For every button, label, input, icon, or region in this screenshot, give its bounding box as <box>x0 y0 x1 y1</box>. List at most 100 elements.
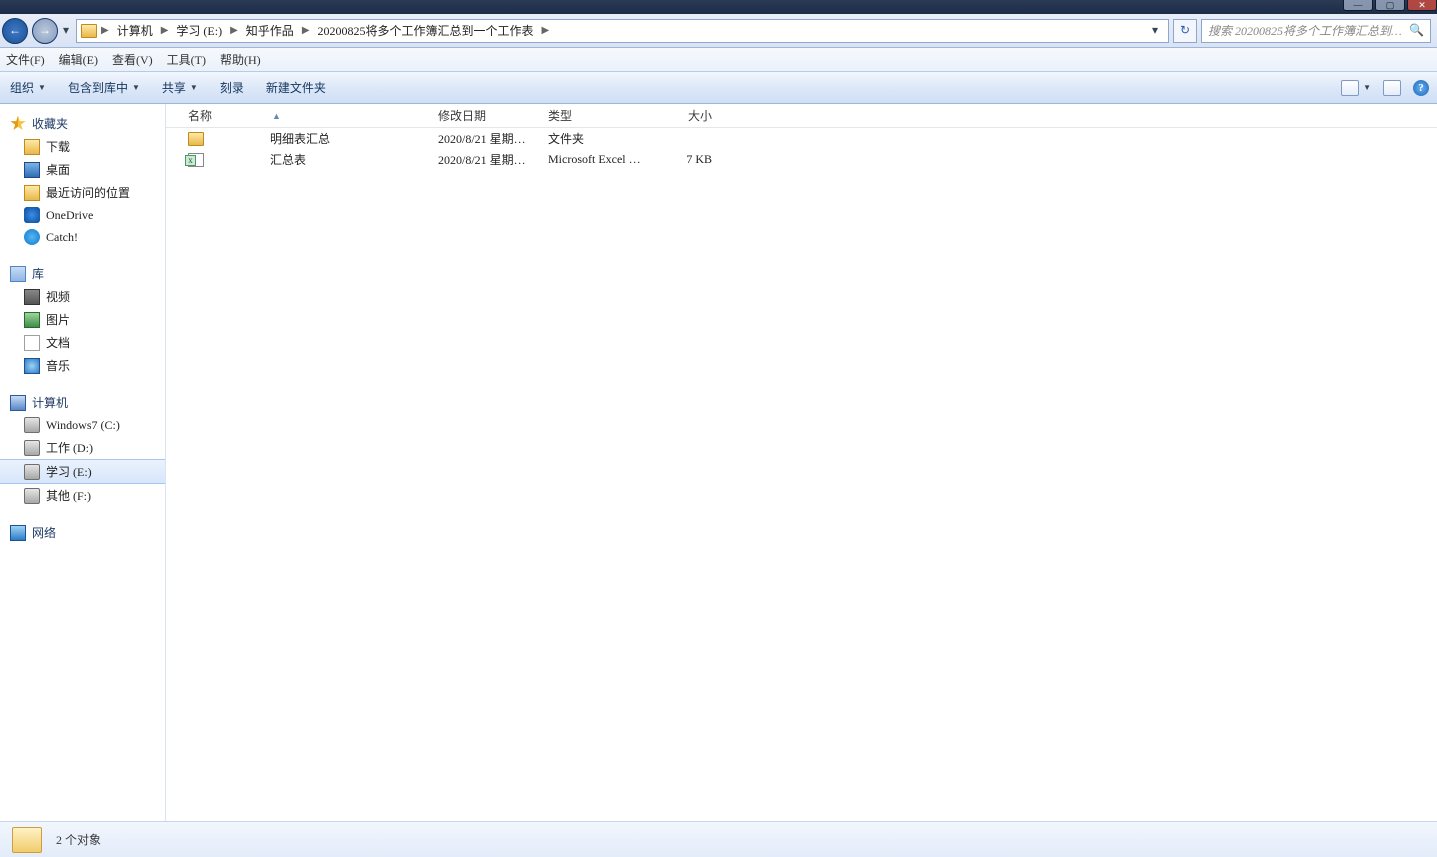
back-button[interactable]: ← <box>2 18 28 44</box>
sidebar-computer-header[interactable]: 计算机 <box>0 391 165 414</box>
address-dropdown[interactable]: ▾ <box>1146 23 1164 38</box>
search-input[interactable]: 搜索 20200825将多个工作簿汇总到… 🔍 <box>1201 19 1431 43</box>
column-size[interactable]: 大小 <box>650 107 720 124</box>
search-placeholder: 搜索 20200825将多个工作簿汇总到… <box>1208 22 1402 39</box>
folder-icon <box>188 132 204 146</box>
picture-icon <box>24 312 40 328</box>
file-date: 2020/8/21 星期… <box>430 130 540 147</box>
sidebar-item-downloads[interactable]: 下载 <box>0 135 165 158</box>
file-type: Microsoft Excel … <box>540 152 650 167</box>
chevron-down-icon: ▼ <box>1363 83 1371 92</box>
drive-icon <box>24 417 40 433</box>
main-area: 收藏夹 下载 桌面 最近访问的位置 OneDrive Catch! 库 视频 图… <box>0 104 1437 821</box>
chevron-down-icon: ▼ <box>38 83 46 92</box>
sidebar-item-recent[interactable]: 最近访问的位置 <box>0 181 165 204</box>
file-name: 汇总表 <box>270 151 306 168</box>
minimize-button[interactable]: — <box>1343 0 1373 11</box>
column-headers: 名称▲ 修改日期 类型 大小 <box>166 104 1437 128</box>
drive-icon <box>24 488 40 504</box>
menu-help[interactable]: 帮助(H) <box>220 51 261 68</box>
view-mode-button[interactable]: ▼ <box>1341 80 1371 96</box>
chevron-right-icon[interactable]: ▶ <box>300 25 312 36</box>
catch-icon <box>24 229 40 245</box>
file-size: 7 KB <box>650 152 720 167</box>
sidebar-library-header[interactable]: 库 <box>0 262 165 285</box>
column-name[interactable]: 名称▲ <box>180 107 430 124</box>
breadcrumb[interactable]: 知乎作品 <box>242 22 298 39</box>
forward-button[interactable]: → <box>32 18 58 44</box>
library-icon <box>10 266 26 282</box>
menu-file[interactable]: 文件(F) <box>6 51 45 68</box>
sort-ascending-icon: ▲ <box>272 111 281 121</box>
sidebar-favorites-header[interactable]: 收藏夹 <box>0 112 165 135</box>
menu-bar: 文件(F) 编辑(E) 查看(V) 工具(T) 帮助(H) <box>0 48 1437 72</box>
document-icon <box>24 335 40 351</box>
folder-icon <box>81 24 97 38</box>
column-date[interactable]: 修改日期 <box>430 107 540 124</box>
menu-tools[interactable]: 工具(T) <box>167 51 206 68</box>
sidebar-network-header[interactable]: 网络 <box>0 521 165 544</box>
folder-large-icon <box>12 827 42 853</box>
star-icon <box>10 116 26 132</box>
file-date: 2020/8/21 星期… <box>430 151 540 168</box>
breadcrumb[interactable]: 学习 (E:) <box>172 22 226 39</box>
title-bar: — ▢ ✕ <box>0 0 1437 14</box>
history-dropdown[interactable]: ▾ <box>60 23 72 38</box>
desktop-icon <box>24 162 40 178</box>
downloads-icon <box>24 139 40 155</box>
sidebar-item-pictures[interactable]: 图片 <box>0 308 165 331</box>
toolbar: 组织▼ 包含到库中▼ 共享▼ 刻录 新建文件夹 ▼ ? <box>0 72 1437 104</box>
sidebar-item-music[interactable]: 音乐 <box>0 354 165 377</box>
status-bar: 2 个对象 <box>0 821 1437 857</box>
refresh-button[interactable]: ↻ <box>1173 19 1197 43</box>
file-list-pane[interactable]: 名称▲ 修改日期 类型 大小 明细表汇总 2020/8/21 星期… 文件夹 汇… <box>166 104 1437 821</box>
column-type[interactable]: 类型 <box>540 107 650 124</box>
include-in-library-button[interactable]: 包含到库中▼ <box>68 79 140 96</box>
onedrive-icon <box>24 207 40 223</box>
drive-icon <box>24 464 40 480</box>
close-button[interactable]: ✕ <box>1407 0 1437 11</box>
file-row[interactable]: 汇总表 2020/8/21 星期… Microsoft Excel … 7 KB <box>166 149 1437 170</box>
chevron-down-icon: ▼ <box>190 83 198 92</box>
view-icon <box>1341 80 1359 96</box>
file-name: 明细表汇总 <box>270 130 330 147</box>
excel-icon <box>188 153 204 167</box>
file-row[interactable]: 明细表汇总 2020/8/21 星期… 文件夹 <box>166 128 1437 149</box>
breadcrumb[interactable]: 计算机 <box>113 22 157 39</box>
music-icon <box>24 358 40 374</box>
sidebar-item-drive-c[interactable]: Windows7 (C:) <box>0 414 165 436</box>
sidebar-item-onedrive[interactable]: OneDrive <box>0 204 165 226</box>
sidebar-item-documents[interactable]: 文档 <box>0 331 165 354</box>
burn-button[interactable]: 刻录 <box>220 79 244 96</box>
address-bar[interactable]: ▶ 计算机 ▶ 学习 (E:) ▶ 知乎作品 ▶ 20200825将多个工作簿汇… <box>76 19 1169 43</box>
breadcrumb[interactable]: 20200825将多个工作簿汇总到一个工作表 <box>314 22 538 39</box>
preview-pane-button[interactable] <box>1383 80 1401 96</box>
help-icon[interactable]: ? <box>1413 80 1429 96</box>
chevron-right-icon[interactable]: ▶ <box>159 25 171 36</box>
status-text: 2 个对象 <box>56 831 101 848</box>
organize-button[interactable]: 组织▼ <box>10 79 46 96</box>
network-icon <box>10 525 26 541</box>
drive-icon <box>24 440 40 456</box>
sidebar-item-drive-e[interactable]: 学习 (E:) <box>0 459 165 484</box>
sidebar-item-desktop[interactable]: 桌面 <box>0 158 165 181</box>
sidebar-item-drive-d[interactable]: 工作 (D:) <box>0 436 165 459</box>
menu-edit[interactable]: 编辑(E) <box>59 51 98 68</box>
chevron-right-icon[interactable]: ▶ <box>540 25 552 36</box>
maximize-button[interactable]: ▢ <box>1375 0 1405 11</box>
share-button[interactable]: 共享▼ <box>162 79 198 96</box>
sidebar-item-videos[interactable]: 视频 <box>0 285 165 308</box>
search-icon[interactable]: 🔍 <box>1409 23 1424 38</box>
navigation-pane: 收藏夹 下载 桌面 最近访问的位置 OneDrive Catch! 库 视频 图… <box>0 104 166 821</box>
sidebar-item-drive-f[interactable]: 其他 (F:) <box>0 484 165 507</box>
recent-icon <box>24 185 40 201</box>
address-row: ← → ▾ ▶ 计算机 ▶ 学习 (E:) ▶ 知乎作品 ▶ 20200825将… <box>0 14 1437 48</box>
menu-view[interactable]: 查看(V) <box>112 51 153 68</box>
chevron-right-icon[interactable]: ▶ <box>228 25 240 36</box>
chevron-right-icon[interactable]: ▶ <box>99 25 111 36</box>
video-icon <box>24 289 40 305</box>
chevron-down-icon: ▼ <box>132 83 140 92</box>
computer-icon <box>10 395 26 411</box>
new-folder-button[interactable]: 新建文件夹 <box>266 79 326 96</box>
sidebar-item-catch[interactable]: Catch! <box>0 226 165 248</box>
